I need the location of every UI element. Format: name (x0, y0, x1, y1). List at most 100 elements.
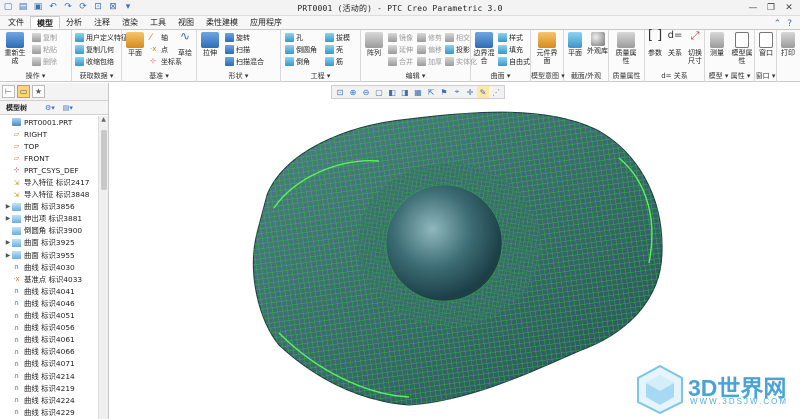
tree-settings-icon[interactable]: ⚙▾ (45, 104, 55, 112)
pattern-button[interactable]: 阵列 (361, 32, 387, 57)
folder-browser-tab-icon[interactable]: ▭ (17, 85, 30, 98)
tree-item[interactable]: 倒圆角 标识3900 (0, 225, 98, 237)
offset-button[interactable]: 偏移 (417, 44, 442, 55)
print-button[interactable]: 打印 (777, 32, 799, 57)
delete-button[interactable]: 删除 (32, 56, 57, 67)
swept-blend-button[interactable]: 扫描混合 (225, 56, 264, 67)
sketch-button[interactable]: ∿ 草绘 (172, 30, 198, 57)
section-plane-button[interactable]: 平面 (564, 32, 586, 57)
datum-display-icon[interactable]: ⚑ (438, 86, 450, 98)
tree-item[interactable]: ∩ 曲线 标识4046 (0, 297, 98, 309)
hole-button[interactable]: 孔 (285, 32, 303, 43)
refit-icon[interactable]: ⊡ (334, 86, 346, 98)
tree-item[interactable]: ▶ 曲面 标识3955 (0, 249, 98, 261)
trim-button[interactable]: 修剪 (417, 32, 442, 43)
tree-item[interactable]: ∩ 曲线 标识4061 (0, 334, 98, 346)
mirror-button[interactable]: 镜像 (388, 32, 413, 43)
tab-annotate[interactable]: 注释 (88, 16, 116, 29)
tree-item[interactable]: ▱ TOP (0, 140, 98, 152)
tree-expand-icon[interactable]: ▶ (4, 252, 12, 259)
component-interface-button[interactable]: 元件界面 (534, 32, 560, 65)
tree-item[interactable]: ▱ RIGHT (0, 128, 98, 140)
tab-analysis[interactable]: 分析 (60, 16, 88, 29)
display-style-icon[interactable]: ◧ (386, 86, 398, 98)
revolve-button[interactable]: 旋转 (225, 32, 250, 43)
annotations-icon[interactable]: ⋰ (490, 86, 502, 98)
switch-dimensions-button[interactable]: ⤢ 切换尺寸 (685, 30, 705, 65)
graphics-window[interactable]: ⊡ ⊕ ⊖ ▢ ◧ ◨ ▦ ⇱ ⚑ ⌖ ✛ ✎ ⋰ 3D世界网 WWW.3DSJ… (108, 83, 800, 419)
model-tree-tab-icon[interactable]: ⊢ (2, 85, 15, 98)
minimize-icon[interactable]: — (744, 1, 762, 14)
tree-item[interactable]: ⇲ 导入特征 标识3848 (0, 189, 98, 201)
copy-button[interactable]: 复制 (32, 32, 57, 43)
draft-button[interactable]: 拔模 (325, 32, 350, 43)
surface-model[interactable] (252, 111, 663, 406)
tree-item[interactable]: ⊹ PRT_CSYS_DEF (0, 164, 98, 176)
tree-item[interactable]: ▶ 伸出项 标识3881 (0, 213, 98, 225)
tab-tools[interactable]: 工具 (144, 16, 172, 29)
view-manager-icon[interactable]: ▦ (412, 86, 424, 98)
extend-button[interactable]: 延伸 (388, 44, 413, 55)
intersect-button[interactable]: 相交 (445, 32, 470, 43)
tab-flexible-modeling[interactable]: 柔性建模 (200, 16, 244, 29)
regenerate-button[interactable]: 重新生成 (2, 32, 28, 65)
tree-expand-icon[interactable]: ▶ (4, 239, 12, 246)
point-button[interactable]: ·x 点 (150, 44, 168, 55)
tree-item[interactable]: ∩ 曲线 标识4051 (0, 310, 98, 322)
tree-expand-icon[interactable]: ▶ (4, 215, 12, 222)
tab-model[interactable]: 模型 (30, 16, 60, 29)
tree-item[interactable]: ∩ 曲线 标识4041 (0, 285, 98, 297)
tab-view[interactable]: 视图 (172, 16, 200, 29)
tab-applications[interactable]: 应用程序 (244, 16, 288, 29)
favorites-tab-icon[interactable]: ★ (32, 85, 45, 98)
csys-button[interactable]: ⊹ 坐标系 (150, 56, 182, 67)
paste-button[interactable]: 粘贴 (32, 44, 57, 55)
axis-button[interactable]: ⁄ 轴 (150, 32, 168, 43)
help-icon[interactable]: ? (787, 19, 792, 29)
tree-item[interactable]: ∩ 曲线 标识4066 (0, 346, 98, 358)
rib-button[interactable]: 筋 (325, 56, 343, 67)
scroll-thumb[interactable] (101, 130, 107, 190)
window-button[interactable]: 窗口 (755, 32, 777, 57)
sketch-view-icon[interactable]: ✎ (477, 86, 489, 98)
tree-item[interactable]: ▶ 曲面 标识3925 (0, 237, 98, 249)
merge-button[interactable]: 合并 (388, 56, 413, 67)
tree-item[interactable]: ⇲ 导入特征 标识2417 (0, 176, 98, 188)
tab-render[interactable]: 渲染 (116, 16, 144, 29)
minimize-ribbon-icon[interactable]: ⌃ (774, 19, 782, 29)
relations-button[interactable]: d= 关系 (665, 31, 685, 58)
tree-item[interactable]: ∩ 曲线 标识4056 (0, 322, 98, 334)
project-button[interactable]: 投影 (445, 44, 470, 55)
tab-file[interactable]: 文件 (2, 16, 30, 29)
model-tree-scrollbar[interactable]: ▲ (98, 116, 108, 419)
extrude-button[interactable]: 拉伸 (197, 32, 223, 57)
plane-button[interactable]: 平面 (122, 32, 148, 57)
close-icon[interactable]: ✕ (780, 1, 798, 14)
annotation-display-icon[interactable]: ⌖ (451, 86, 463, 98)
shrinkwrap-button[interactable]: 收缩包络 (75, 56, 114, 67)
measure-button[interactable]: 测量 (705, 32, 729, 57)
parameters-button[interactable]: [ ] 参数 (645, 29, 665, 57)
thicken-button[interactable]: 加厚 (417, 56, 442, 67)
tree-item[interactable]: PRT0001.PRT (0, 116, 98, 128)
model-properties-button[interactable]: 模型属性 (729, 32, 755, 65)
tree-item[interactable]: ▶ 曲面 标识3856 (0, 201, 98, 213)
freestyle-button[interactable]: 自由式 (498, 56, 530, 67)
tree-item[interactable]: ∩ 曲线 标识4219 (0, 382, 98, 394)
tree-item[interactable]: ∩ 曲线 标识4071 (0, 358, 98, 370)
chamfer-button[interactable]: 倒角 (285, 56, 310, 67)
fill-button[interactable]: 填充 (498, 44, 523, 55)
tree-item[interactable]: ▱ FRONT (0, 152, 98, 164)
appearance-gallery-button[interactable]: 外观库 (586, 32, 609, 55)
spin-center-icon[interactable]: ✛ (464, 86, 476, 98)
copy-geometry-button[interactable]: 复制几何 (75, 44, 114, 55)
tree-item[interactable]: ·x 基准点 标识4033 (0, 273, 98, 285)
tree-item[interactable]: ∩ 曲线 标识4229 (0, 406, 98, 418)
shell-button[interactable]: 壳 (325, 44, 343, 55)
style-button[interactable]: 样式 (498, 32, 523, 43)
sweep-button[interactable]: 扫描 (225, 44, 250, 55)
scroll-up-icon[interactable]: ▲ (99, 116, 108, 125)
round-button[interactable]: 倒圆角 (285, 44, 317, 55)
tree-item[interactable]: ∩ 曲线 标识4214 (0, 370, 98, 382)
mass-properties-button[interactable]: 质量属性 (613, 32, 639, 65)
